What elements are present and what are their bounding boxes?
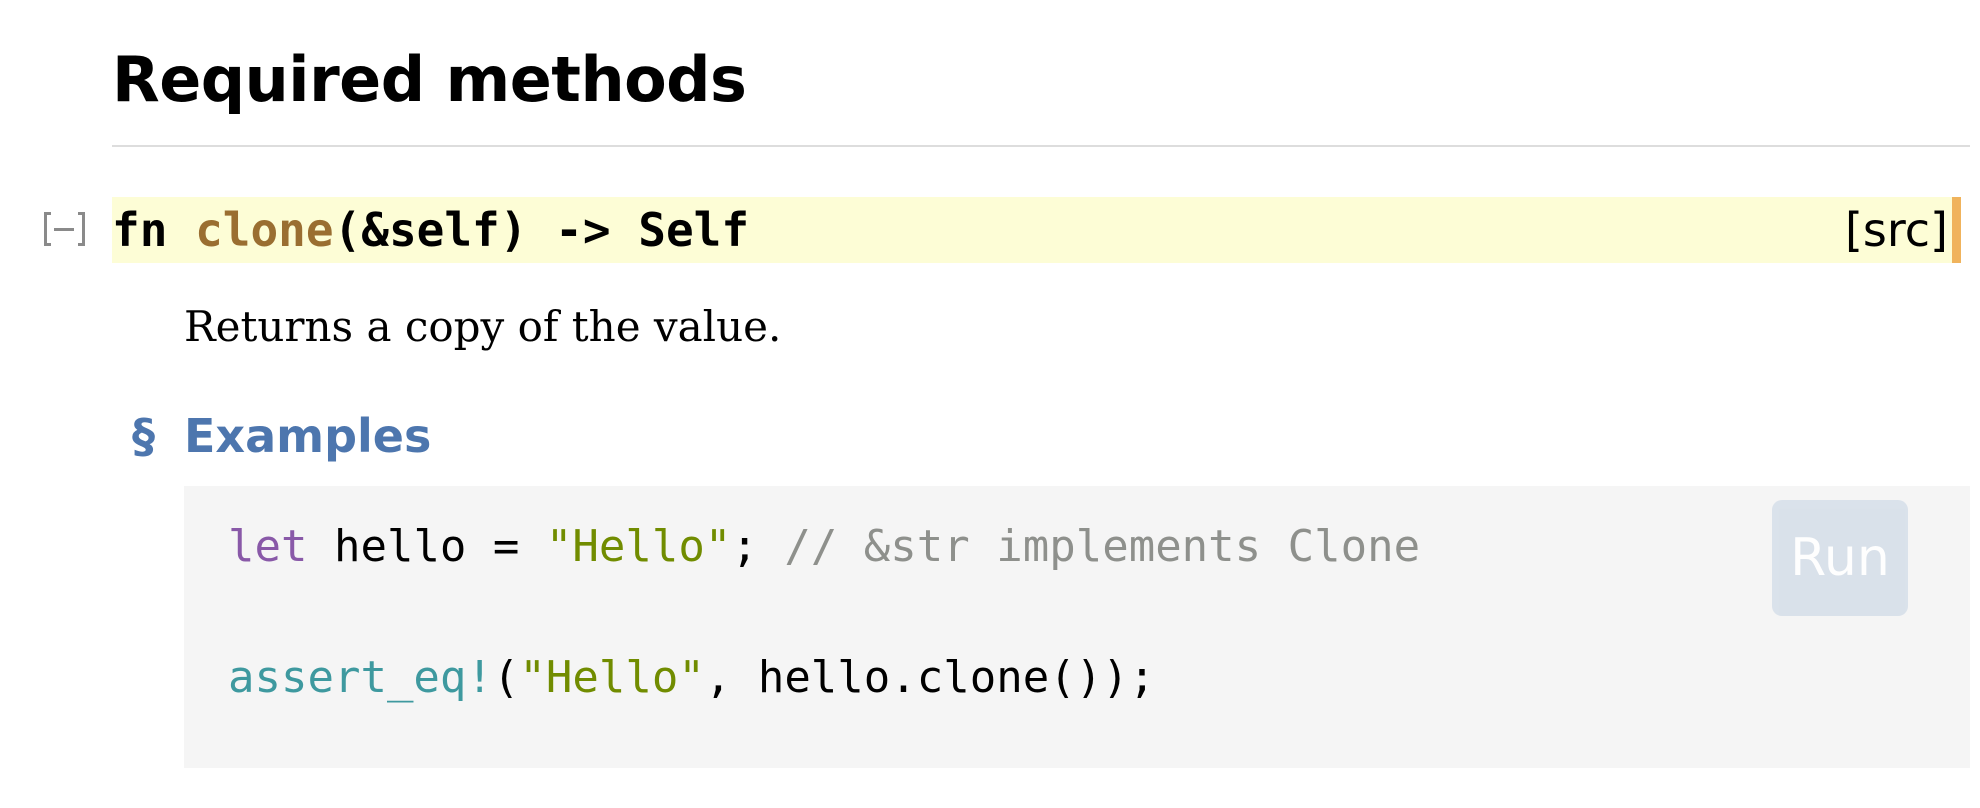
code-macro: assert_eq!: [228, 652, 493, 703]
collapse-toggle-button[interactable]: [42, 212, 86, 248]
examples-heading-label: Examples: [184, 409, 432, 463]
method-name-link[interactable]: clone: [195, 203, 333, 257]
return-arrow: ->: [555, 203, 611, 257]
src-link[interactable]: [src]: [1845, 197, 1948, 263]
code-line-2: assert_eq!("Hello", hello.clone());: [228, 648, 1155, 708]
code-string: "Hello": [519, 652, 705, 703]
code-example-block: let hello = "Hello"; // &str implements …: [184, 486, 1970, 768]
run-button[interactable]: Run: [1772, 500, 1908, 616]
method-signature-row: fn clone(&self) -> Self [src]: [112, 197, 1952, 263]
method-signature: fn clone(&self) -> Self: [112, 197, 749, 263]
code-ident: hello =: [307, 521, 546, 572]
code-string: "Hello": [545, 521, 732, 572]
code-line-1: let hello = "Hello"; // &str implements …: [228, 517, 1420, 577]
method-accent-bar: [1952, 197, 1961, 263]
examples-heading: § Examples: [132, 404, 431, 468]
code-rest: , hello.clone());: [704, 652, 1156, 703]
bracket-right-icon: [78, 212, 85, 246]
rustdoc-page: Required methods fn clone(&self) -> Self…: [0, 0, 1980, 808]
section-title: Required methods: [112, 43, 747, 116]
minus-icon: [54, 228, 74, 231]
bracket-left-icon: [44, 212, 51, 246]
code-keyword: let: [228, 521, 308, 572]
method-params: (&self): [333, 203, 528, 257]
code-punct: ;: [731, 521, 785, 572]
code-punct: (: [492, 652, 520, 703]
return-type: Self: [638, 203, 750, 257]
section-divider: [112, 145, 1970, 147]
fn-keyword: fn: [112, 203, 168, 257]
section-anchor-link[interactable]: §: [132, 404, 184, 468]
code-comment: // &str implements Clone: [784, 521, 1421, 572]
method-description: Returns a copy of the value.: [184, 302, 782, 351]
